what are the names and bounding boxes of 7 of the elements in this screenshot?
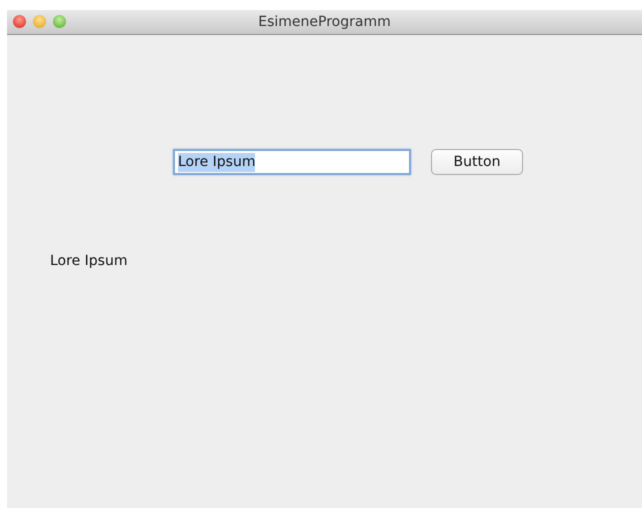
window-title: EsimeneProgramm xyxy=(258,14,391,30)
text-label: Lore Ipsum xyxy=(50,253,128,269)
minimize-icon[interactable] xyxy=(33,15,46,28)
close-icon[interactable] xyxy=(13,15,26,28)
zoom-icon[interactable] xyxy=(53,15,66,28)
text-field[interactable]: Lore Ipsum xyxy=(173,149,411,175)
push-button[interactable]: Button xyxy=(431,149,523,175)
